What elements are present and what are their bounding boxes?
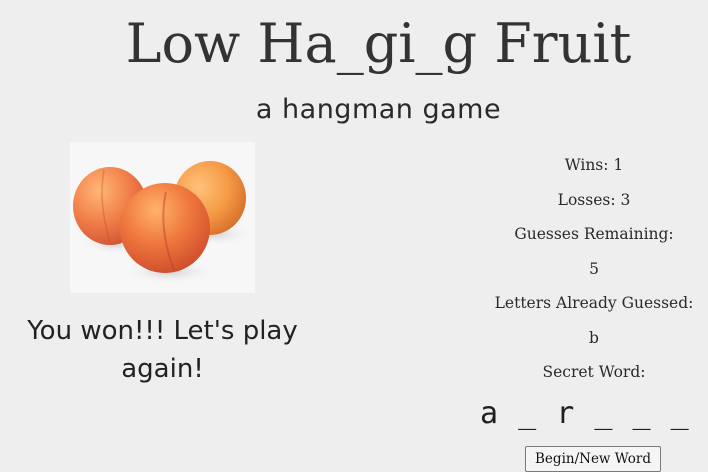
page-title: Low Ha_gi_g Fruit — [125, 12, 632, 75]
wins-count: Wins: 1 — [564, 156, 624, 174]
losses-count: Losses: 3 — [557, 190, 631, 209]
page-subtitle: a hangman game — [255, 94, 502, 125]
game-status-message: You won!!! Let's play again! — [27, 316, 298, 384]
secret-word-label: Secret Word: — [542, 363, 646, 381]
letters-guessed-label: Letters Already Guessed: — [494, 294, 694, 312]
apricots-illustration — [73, 161, 253, 284]
guesses-remaining-value: 5 — [589, 259, 599, 278]
scoreboard: Wins: 1 Losses: 3 Guesses Remaining: 5 L… — [480, 150, 708, 392]
guesses-remaining-label: Guesses Remaining: — [514, 225, 674, 243]
secret-word: a _ r _ _ _ t — [480, 396, 708, 431]
begin-new-word-button[interactable]: Begin/New Word — [525, 446, 661, 472]
letters-guessed-value: b — [589, 328, 599, 347]
apricots-image — [70, 142, 255, 293]
